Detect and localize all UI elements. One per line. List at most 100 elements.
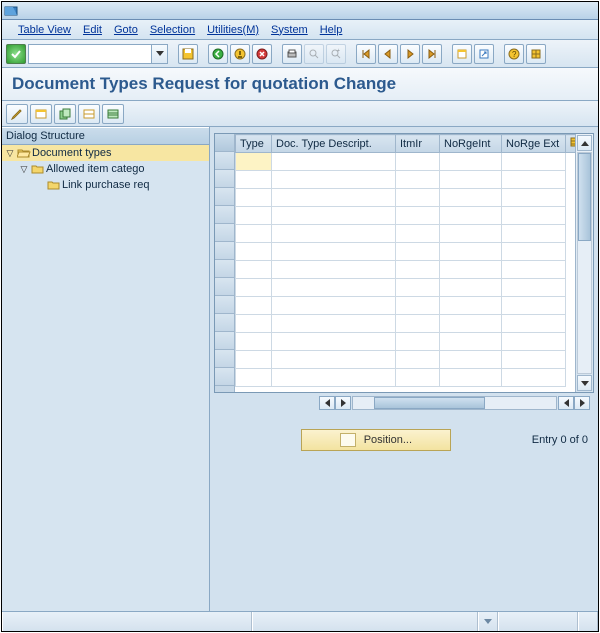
delimit-icon	[82, 107, 96, 121]
cell-selected[interactable]	[236, 153, 272, 171]
new-session-button[interactable]	[452, 44, 472, 64]
h-scroll-right-outer[interactable]	[574, 396, 590, 410]
app-toolbar	[2, 101, 598, 127]
layout-icon	[530, 48, 542, 60]
position-button[interactable]: Position...	[301, 429, 451, 451]
tree-node-label: Document types	[32, 147, 111, 159]
tree-node-label: Allowed item catego	[46, 163, 144, 175]
prev-page-button[interactable]	[378, 44, 398, 64]
var-list-button[interactable]	[102, 104, 124, 124]
copy-icon	[58, 107, 72, 121]
cancel-button[interactable]	[252, 44, 272, 64]
menu-selection[interactable]: Selection	[150, 24, 195, 36]
h-scroll-right-inner[interactable]	[335, 396, 351, 410]
next-page-icon	[404, 48, 416, 60]
h-scroll-left-outer[interactable]	[558, 396, 574, 410]
new-entries-button[interactable]	[30, 104, 52, 124]
cancel-icon	[256, 48, 268, 60]
window-titlebar	[2, 2, 598, 20]
folder-open-icon	[16, 147, 32, 159]
tree-node-allowed-item-categories[interactable]: ▽ Allowed item catego	[2, 161, 209, 177]
var-list-icon	[106, 107, 120, 121]
command-field[interactable]	[28, 44, 168, 64]
configure-columns-button[interactable]	[566, 135, 576, 153]
position-label: Position...	[364, 434, 412, 446]
row-header-gutter	[215, 134, 235, 392]
other-view-button[interactable]	[6, 104, 28, 124]
status-dropdown[interactable]	[478, 612, 498, 631]
scroll-thumb[interactable]	[578, 153, 591, 241]
sap-logo-icon	[4, 4, 18, 18]
dialog-structure-pane: Dialog Structure ▽ Document types ▽ Allo…	[2, 127, 210, 611]
menu-edit[interactable]: Edit	[83, 24, 102, 36]
tree-node-link-purchase-req[interactable]: Link purchase req	[2, 177, 209, 193]
menu-utilities[interactable]: Utilities(M)	[207, 24, 259, 36]
scroll-track[interactable]	[577, 152, 592, 374]
menu-goto[interactable]: Goto	[114, 24, 138, 36]
expand-toggle-icon[interactable]: ▽	[18, 164, 30, 175]
find-button[interactable]	[304, 44, 324, 64]
find-icon	[308, 48, 320, 60]
dialog-structure-tree[interactable]: ▽ Document types ▽ Allowed item catego L…	[2, 145, 209, 611]
col-itmir[interactable]: ItmIr	[396, 135, 440, 153]
col-desc[interactable]: Doc. Type Descript.	[272, 135, 396, 153]
command-dropdown-arrow[interactable]	[151, 45, 167, 63]
scroll-down-button[interactable]	[577, 375, 592, 391]
new-entries-icon	[34, 107, 48, 121]
menu-system[interactable]: System	[271, 24, 308, 36]
data-grid: Type Doc. Type Descript. ItmIr NoRgeInt …	[214, 133, 594, 393]
first-page-button[interactable]	[356, 44, 376, 64]
find-next-icon: +	[330, 48, 342, 60]
exit-button[interactable]	[230, 44, 250, 64]
h-scroll-left-inner[interactable]	[319, 396, 335, 410]
h-scroll-thumb[interactable]	[374, 397, 485, 409]
horizontal-scroll-row	[214, 393, 594, 413]
save-button[interactable]	[178, 44, 198, 64]
svg-text:?: ?	[512, 50, 517, 59]
delimit-button[interactable]	[78, 104, 100, 124]
page-title: Document Types Request for quotation Cha…	[2, 68, 598, 101]
back-button[interactable]	[208, 44, 228, 64]
shortcut-button[interactable]	[474, 44, 494, 64]
vertical-scrollbar[interactable]	[575, 134, 593, 392]
next-page-button[interactable]	[400, 44, 420, 64]
menu-help[interactable]: Help	[320, 24, 343, 36]
h-scroll-track[interactable]	[352, 396, 557, 410]
grid-config-icon	[570, 137, 575, 147]
print-button[interactable]	[282, 44, 302, 64]
first-page-icon	[360, 48, 372, 60]
layout-button[interactable]	[526, 44, 546, 64]
shortcut-icon	[478, 48, 490, 60]
back-icon	[212, 48, 224, 60]
menu-table-view[interactable]: Table View	[18, 24, 71, 36]
scroll-up-button[interactable]	[577, 135, 592, 151]
save-icon	[182, 48, 194, 60]
col-norgeint[interactable]: NoRgeInt	[440, 135, 502, 153]
menu-bar: Table View Edit Goto Selection Utilities…	[2, 20, 598, 40]
prev-page-icon	[382, 48, 394, 60]
expand-toggle-icon[interactable]: ▽	[4, 148, 16, 159]
dialog-structure-header: Dialog Structure	[2, 127, 209, 145]
col-norgeext[interactable]: NoRge Ext	[502, 135, 566, 153]
tree-node-document-types[interactable]: ▽ Document types	[2, 145, 209, 161]
print-icon	[286, 48, 298, 60]
find-next-button[interactable]: +	[326, 44, 346, 64]
last-page-button[interactable]	[422, 44, 442, 64]
document-types-table[interactable]: Type Doc. Type Descript. ItmIr NoRgeInt …	[235, 134, 575, 387]
entry-count-label: Entry 0 of 0	[532, 434, 588, 446]
help-button[interactable]: ?	[504, 44, 524, 64]
enter-button[interactable]	[6, 44, 26, 64]
new-session-icon	[456, 48, 468, 60]
help-icon: ?	[508, 48, 520, 60]
position-icon	[340, 433, 356, 447]
copy-button[interactable]	[54, 104, 76, 124]
status-message	[2, 612, 252, 631]
last-page-icon	[426, 48, 438, 60]
col-type[interactable]: Type	[236, 135, 272, 153]
exit-icon	[234, 48, 246, 60]
svg-text:+: +	[337, 48, 340, 54]
folder-icon	[30, 163, 46, 175]
status-bar	[2, 611, 598, 631]
pencil-icon	[10, 107, 24, 121]
tree-node-label: Link purchase req	[62, 179, 149, 191]
